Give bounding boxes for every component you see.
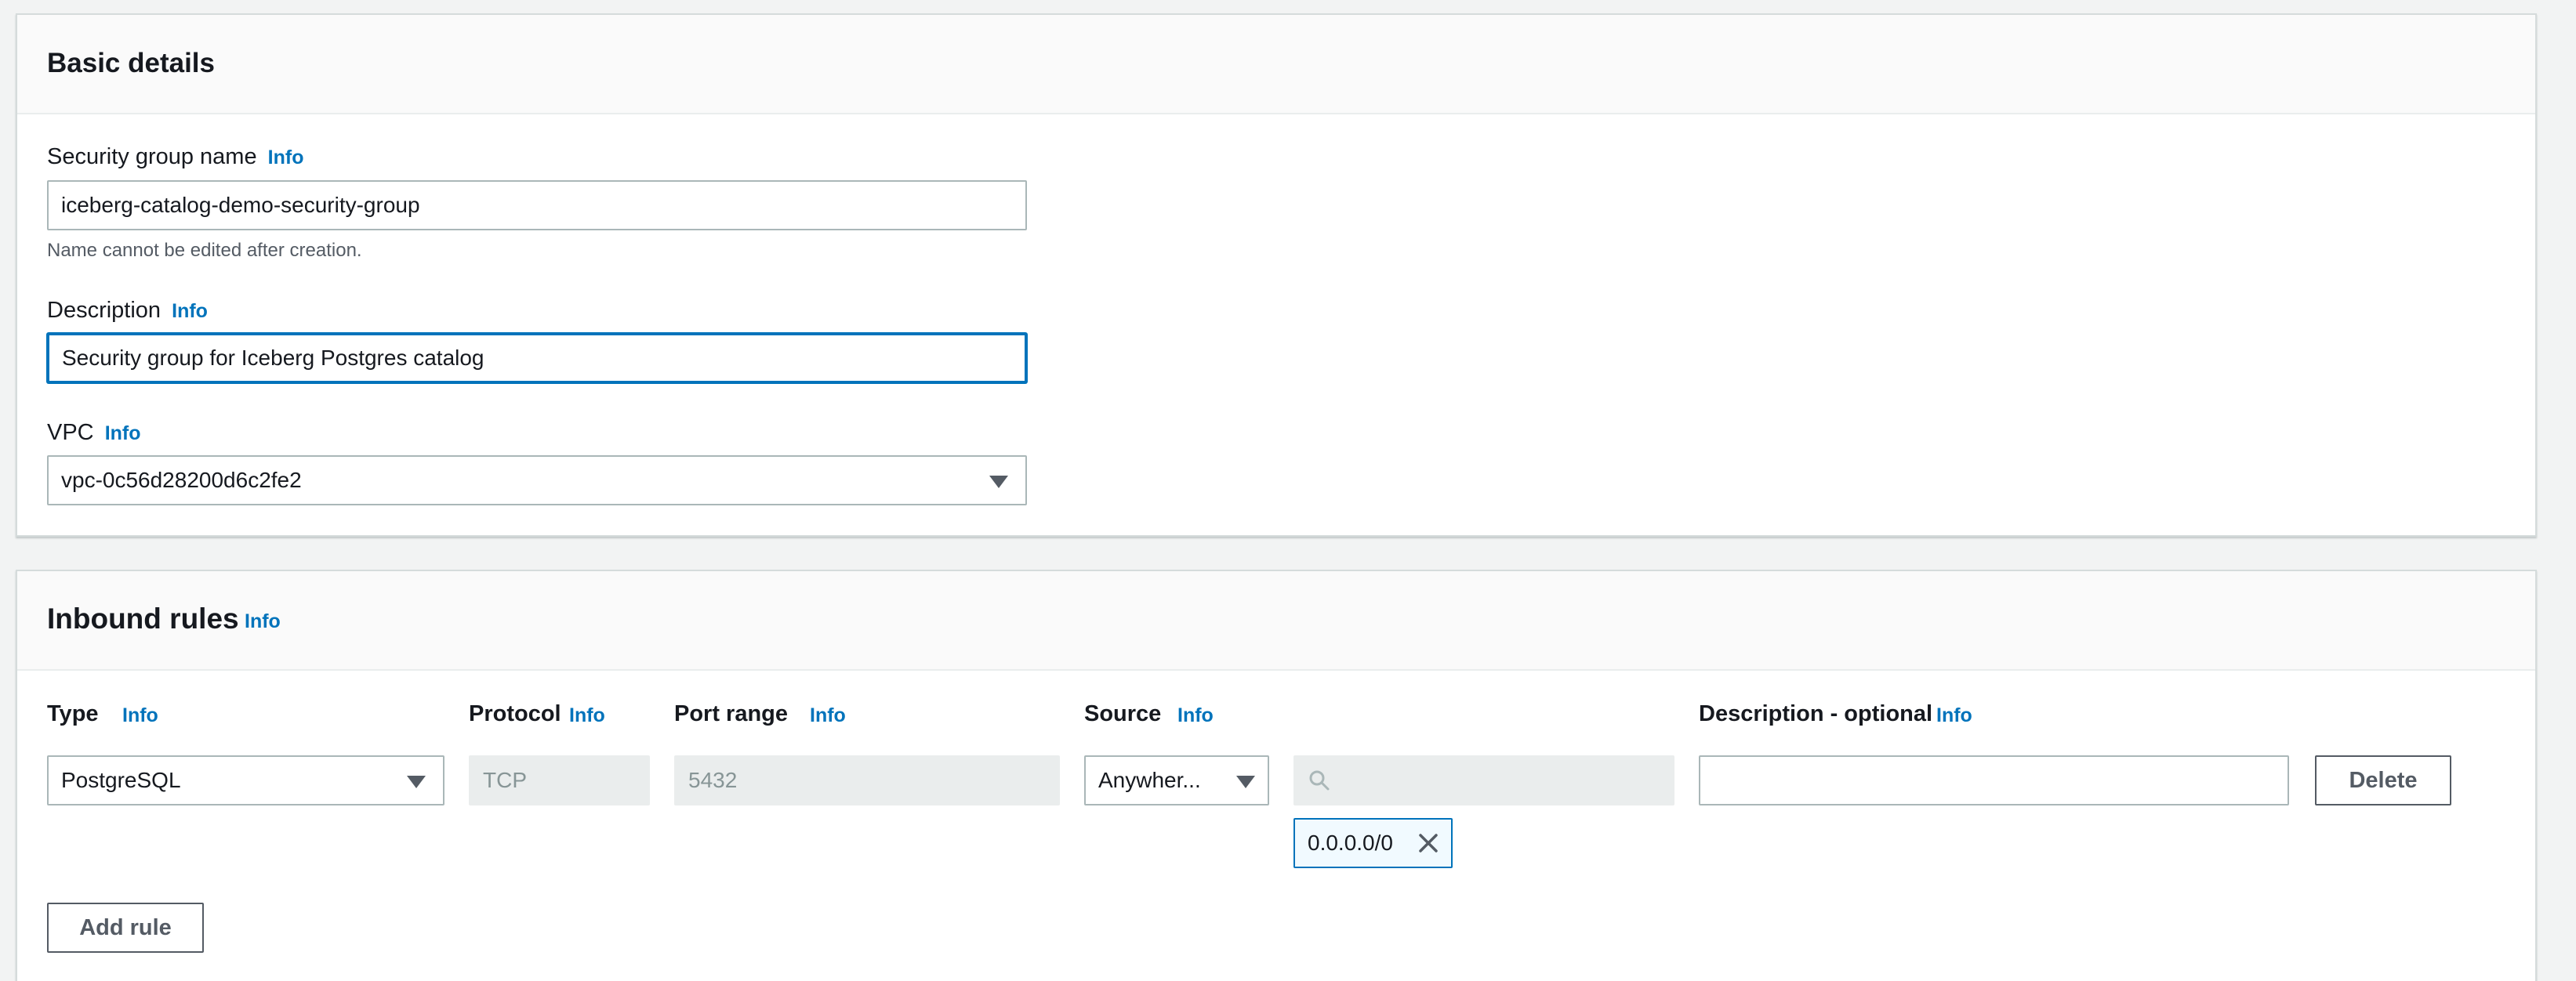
description-input[interactable]: Security group for Iceberg Postgres cata… bbox=[47, 333, 1027, 383]
add-rule-button[interactable]: Add rule bbox=[47, 903, 204, 953]
description-label: Description Info bbox=[47, 298, 208, 324]
inbound-rules-title: Inbound rules bbox=[47, 603, 239, 635]
search-icon bbox=[1309, 770, 1330, 791]
vpc-select[interactable]: vpc-0c56d28200d6c2fe2 bbox=[47, 455, 1027, 505]
inbound-rules-header: Inbound rules Info bbox=[17, 571, 2535, 671]
column-source-info-link[interactable]: Info bbox=[1177, 704, 1214, 727]
basic-details-title: Basic details bbox=[47, 48, 215, 78]
caret-down-icon bbox=[407, 776, 426, 788]
column-protocol-info-link[interactable]: Info bbox=[569, 704, 605, 727]
column-type-label: Type bbox=[47, 701, 99, 726]
column-port-range-info-link[interactable]: Info bbox=[810, 704, 846, 727]
rule-protocol-value: TCP bbox=[483, 768, 527, 792]
inbound-rules-panel: Inbound rules Info Type Info Protocol In… bbox=[16, 570, 2537, 981]
vpc-info-link[interactable]: Info bbox=[105, 422, 141, 444]
inbound-rules-info-link[interactable]: Info bbox=[245, 610, 281, 633]
rule-description-input[interactable] bbox=[1699, 755, 2289, 805]
rule-type-select[interactable]: PostgreSQL bbox=[47, 755, 444, 805]
description-value: Security group for Iceberg Postgres cata… bbox=[62, 346, 484, 370]
delete-rule-button[interactable]: Delete bbox=[2315, 755, 2451, 805]
caret-down-icon bbox=[1236, 776, 1255, 788]
caret-down-icon bbox=[989, 476, 1008, 488]
column-source-label: Source bbox=[1084, 701, 1162, 726]
security-group-name-hint: Name cannot be edited after creation. bbox=[47, 240, 362, 261]
security-group-name-info-link[interactable]: Info bbox=[268, 147, 304, 168]
column-description-label: Description - optional bbox=[1699, 701, 1933, 726]
security-group-name-value: iceberg-catalog-demo-security-group bbox=[61, 193, 420, 217]
column-description-info-link[interactable]: Info bbox=[1936, 704, 1972, 727]
basic-details-panel: Basic details Security group name Info i… bbox=[16, 13, 2537, 537]
description-info-link[interactable]: Info bbox=[172, 300, 208, 322]
column-port-range-label: Port range bbox=[674, 701, 789, 726]
rule-port-range-field: 5432 bbox=[674, 755, 1060, 805]
column-type-info-link[interactable]: Info bbox=[122, 704, 158, 727]
close-icon[interactable] bbox=[1417, 831, 1440, 855]
rule-source-search-input[interactable] bbox=[1293, 755, 1674, 805]
vpc-label: VPC Info bbox=[47, 420, 141, 446]
vpc-label-text: VPC bbox=[47, 420, 94, 445]
source-token-value: 0.0.0.0/0 bbox=[1308, 831, 1393, 855]
vpc-value: vpc-0c56d28200d6c2fe2 bbox=[61, 468, 302, 492]
description-label-text: Description bbox=[47, 298, 161, 323]
rule-port-range-value: 5432 bbox=[688, 768, 738, 792]
rule-source-value: Anywher... bbox=[1098, 768, 1201, 792]
rule-protocol-field: TCP bbox=[469, 755, 650, 805]
security-group-name-input[interactable]: iceberg-catalog-demo-security-group bbox=[47, 180, 1027, 230]
rule-source-select[interactable]: Anywher... bbox=[1084, 755, 1269, 805]
security-group-name-label-text: Security group name bbox=[47, 144, 257, 169]
column-protocol-label: Protocol bbox=[469, 701, 561, 726]
rule-type-value: PostgreSQL bbox=[61, 768, 181, 792]
basic-details-header: Basic details bbox=[17, 15, 2535, 114]
source-token: 0.0.0.0/0 bbox=[1293, 818, 1453, 868]
security-group-name-label: Security group name Info bbox=[47, 144, 303, 170]
